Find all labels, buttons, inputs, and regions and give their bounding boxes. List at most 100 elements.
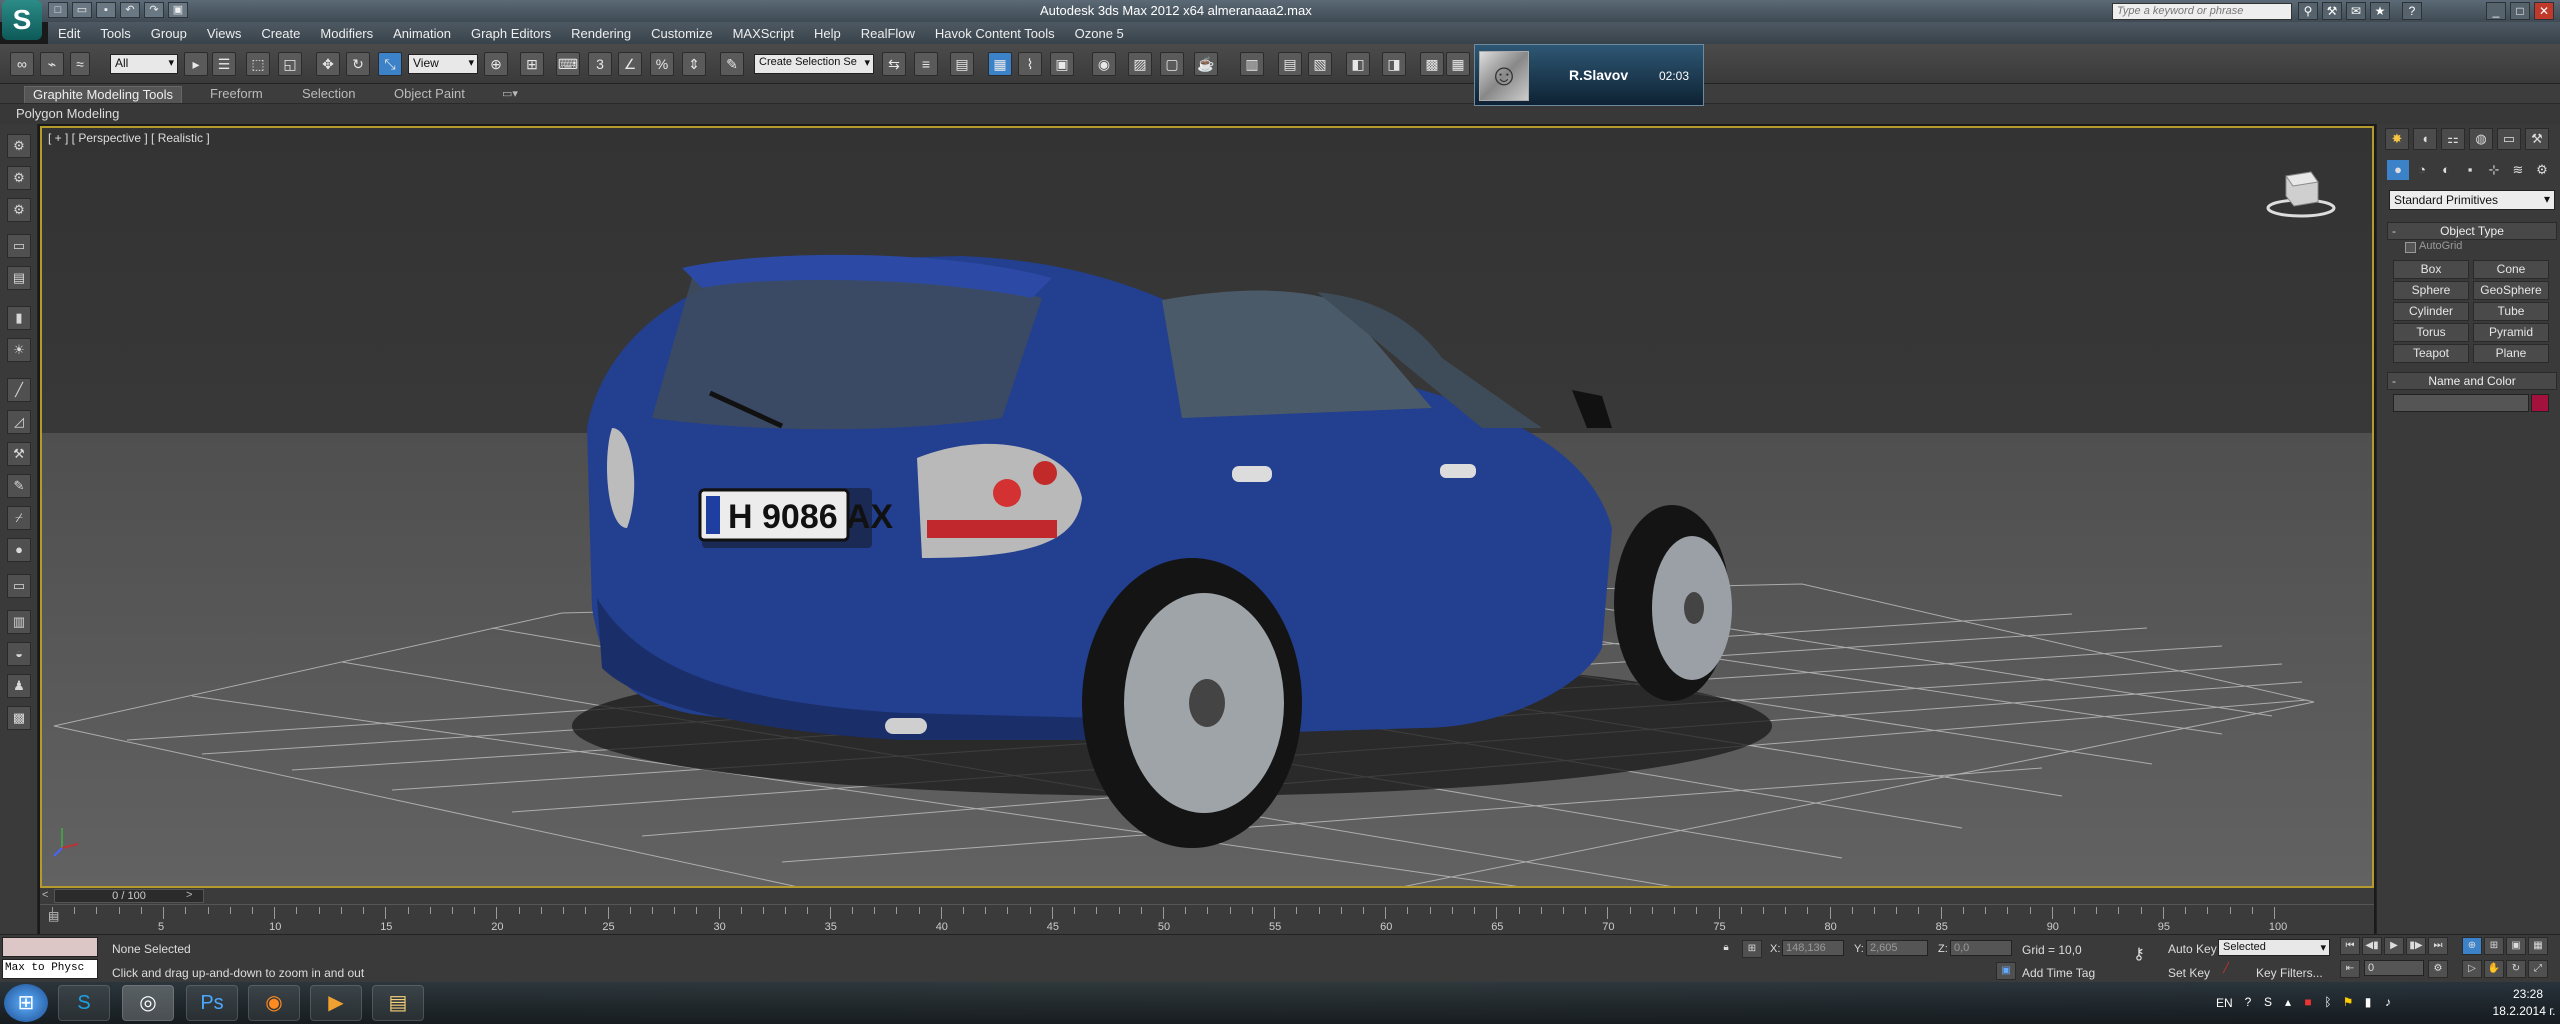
container-open-icon[interactable]: ⚙ xyxy=(7,166,31,190)
name-and-color-rollout[interactable]: - Name and Color xyxy=(2387,372,2557,390)
hierarchy-panel-icon[interactable]: ⚏ xyxy=(2441,128,2465,150)
object-name-input[interactable] xyxy=(2393,394,2529,412)
time-configuration-icon[interactable]: ⚙ xyxy=(2428,960,2448,978)
autogrid-checkbox[interactable] xyxy=(2405,242,2416,253)
primitive-category-dropdown[interactable]: Standard Primitives xyxy=(2389,190,2555,210)
cylinder-button[interactable]: Cylinder xyxy=(2393,302,2469,321)
maximize-viewport-icon[interactable]: ⤢ xyxy=(2528,960,2548,978)
teapot-button[interactable]: Teapot xyxy=(2393,344,2469,363)
auto-key-mode-dropdown[interactable]: Selected xyxy=(2218,939,2330,956)
menu-views[interactable]: Views xyxy=(197,26,251,41)
help-tray-icon[interactable]: ? xyxy=(2240,994,2256,1010)
maximize-icon[interactable]: □ xyxy=(2510,2,2530,20)
close-icon[interactable]: ✕ xyxy=(2534,2,2554,20)
help-icon[interactable]: ? xyxy=(2402,2,2422,20)
menu-modifiers[interactable]: Modifiers xyxy=(310,26,383,41)
utilities-panel-icon[interactable]: ⚒ xyxy=(2525,128,2549,150)
key-filters-button[interactable]: Key Filters... xyxy=(2256,966,2323,980)
hammer-icon[interactable]: ⚒ xyxy=(7,442,31,466)
cone-button[interactable]: Cone xyxy=(2473,260,2549,279)
plane-button[interactable]: Plane xyxy=(2473,344,2549,363)
app-menu-button[interactable]: S xyxy=(2,0,42,40)
rendered-frame-window-icon[interactable]: ▢ xyxy=(1160,52,1184,76)
display-panel-icon[interactable]: ▭ xyxy=(2497,128,2521,150)
spacewarps-category-icon[interactable]: ≋ xyxy=(2507,160,2529,180)
tab-object-paint[interactable]: Object Paint xyxy=(386,86,473,103)
select-and-scale-icon[interactable]: ⤡ xyxy=(378,52,402,76)
viewport-label-menu[interactable]: [ + ] [ Perspective ] [ Realistic ] xyxy=(48,131,210,145)
align-icon[interactable]: ≡ xyxy=(914,52,938,76)
menu-realflow[interactable]: RealFlow xyxy=(851,26,925,41)
language-indicator[interactable]: EN xyxy=(2216,996,2233,1010)
pyramid-button[interactable]: Pyramid xyxy=(2473,323,2549,342)
field-of-view-icon[interactable]: ▷ xyxy=(2462,960,2482,978)
box-button[interactable]: Box xyxy=(2393,260,2469,279)
open-file-icon[interactable]: ▭ xyxy=(72,2,92,18)
select-and-move-icon[interactable]: ✥ xyxy=(316,52,340,76)
mini-curve-editor-icon[interactable]: ▤ xyxy=(48,909,59,923)
pan-view-icon[interactable]: ✋ xyxy=(2484,960,2504,978)
render-setup-icon[interactable]: ▨ xyxy=(1128,52,1152,76)
ribbon-options-icon[interactable]: ▭▾ xyxy=(494,86,526,103)
tab-graphite-modeling-tools[interactable]: Graphite Modeling Tools xyxy=(24,86,182,103)
edit-named-selection-icon[interactable]: ✎ xyxy=(720,52,744,76)
helpers-category-icon[interactable]: ⊹ xyxy=(2483,160,2505,180)
container-icon[interactable]: ⚙ xyxy=(7,134,31,158)
menu-group[interactable]: Group xyxy=(141,26,197,41)
orbit-icon[interactable]: ↻ xyxy=(2506,960,2526,978)
sun-icon[interactable]: ☀ xyxy=(7,338,31,362)
action-center-icon[interactable]: ⚑ xyxy=(2340,994,2356,1010)
maxscript-listener-input[interactable] xyxy=(2,937,98,957)
zoom-all-icon[interactable]: ⊞ xyxy=(2484,937,2504,955)
figure-icon[interactable]: ♟ xyxy=(7,674,31,698)
plugin-tool-4-icon[interactable]: ◧ xyxy=(1346,52,1370,76)
bind-spacewarp-icon[interactable]: ≈ xyxy=(70,52,90,76)
menu-customize[interactable]: Customize xyxy=(641,26,722,41)
time-slider-prev-icon[interactable]: < xyxy=(42,889,48,901)
volume-tray-icon[interactable]: ♪ xyxy=(2380,994,2396,1010)
zoom-extents-icon[interactable]: ▣ xyxy=(2506,937,2526,955)
next-frame-icon[interactable]: ▮▶ xyxy=(2406,937,2426,955)
help-search-input[interactable]: Type a keyword or phrase xyxy=(2112,3,2292,20)
plugin-tool-2-icon[interactable]: ▤ xyxy=(1278,52,1302,76)
add-time-tag[interactable]: Add Time Tag xyxy=(2022,966,2095,980)
show-hidden-icons-icon[interactable]: ▴ xyxy=(2280,994,2296,1010)
cleaver-icon[interactable]: ◿ xyxy=(7,410,31,434)
tab-selection[interactable]: Selection xyxy=(294,86,363,103)
object-type-rollout[interactable]: - Object Type xyxy=(2387,222,2557,240)
key-mode-toggle-icon[interactable]: ⇤ xyxy=(2340,960,2360,978)
link-icon[interactable]: ∞ xyxy=(10,52,34,76)
light-icon[interactable]: ▮ xyxy=(7,306,31,330)
rectangular-selection-icon[interactable]: ⬚ xyxy=(246,52,270,76)
binoculars-icon[interactable]: ⚲ xyxy=(2298,2,2318,20)
auto-key-button[interactable]: Auto Key xyxy=(2168,942,2217,956)
select-object-icon[interactable]: ▸ xyxy=(184,52,208,76)
geometry-category-icon[interactable]: ● xyxy=(2387,160,2409,180)
scene-explorer-icon[interactable]: ▭ xyxy=(7,234,31,258)
menu-ozone[interactable]: Ozone 5 xyxy=(1065,26,1134,41)
photoshop-taskbar-icon[interactable]: Ps xyxy=(186,985,238,1021)
snaps-toggle-icon[interactable]: 3 xyxy=(588,52,612,76)
render-production-icon[interactable]: ☕ xyxy=(1194,52,1218,76)
start-button[interactable]: ⊞ xyxy=(4,984,48,1022)
add-time-tag-icon[interactable]: ▣ xyxy=(1996,962,2016,980)
select-by-name-icon[interactable]: ☰ xyxy=(212,52,236,76)
polygon-modeling-panel[interactable]: Polygon Modeling xyxy=(16,106,119,121)
plugin-tool-5-icon[interactable]: ◨ xyxy=(1382,52,1406,76)
modify-panel-icon[interactable]: ◖ xyxy=(2413,128,2437,150)
skype-tray-icon[interactable]: S xyxy=(2260,994,2276,1010)
redo-icon[interactable]: ↷ xyxy=(144,2,164,18)
plugin-tool-6-icon[interactable]: ▩ xyxy=(1420,52,1444,76)
clock-time[interactable]: 23:28 xyxy=(2500,987,2556,1001)
communication-center-icon[interactable]: ✉ xyxy=(2346,2,2366,20)
antivirus-tray-icon[interactable]: ■ xyxy=(2300,994,2316,1010)
select-manipulate-icon[interactable]: ⊞ xyxy=(520,52,544,76)
percent-snap-icon[interactable]: % xyxy=(650,52,674,76)
menu-rendering[interactable]: Rendering xyxy=(561,26,641,41)
perspective-viewport[interactable]: H 9086 AX [ + ] [ Perspective ] [ Realis… xyxy=(40,126,2374,888)
keyboard-shortcut-override-icon[interactable]: ⌨ xyxy=(556,52,580,76)
layer-manager-icon[interactable]: ▤ xyxy=(950,52,974,76)
menu-help[interactable]: Help xyxy=(804,26,851,41)
chart-tool-icon[interactable]: ▥ xyxy=(7,610,31,634)
tube-button[interactable]: Tube xyxy=(2473,302,2549,321)
